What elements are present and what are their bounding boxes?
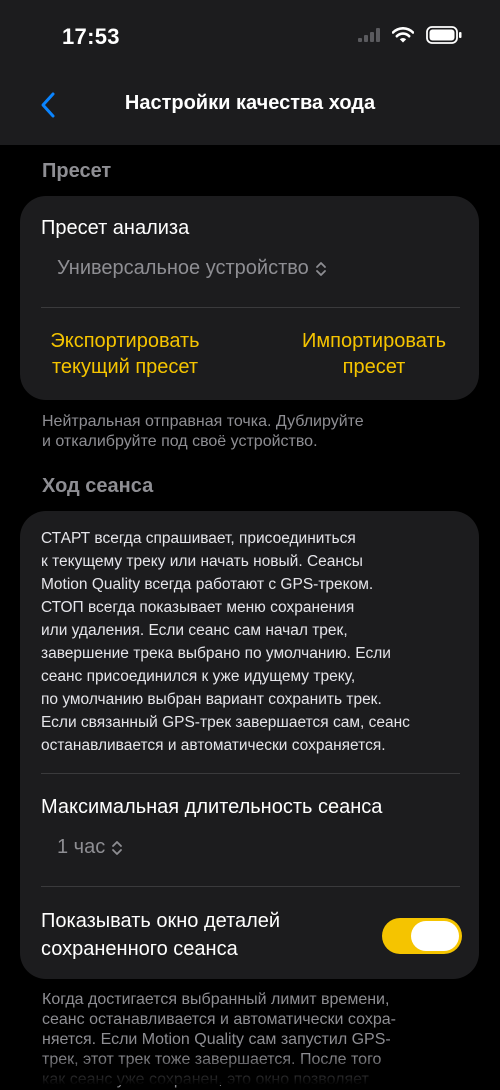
show-details-label: Показывать окно деталей сохраненного сеа…	[41, 907, 280, 963]
description-line: или удаления. Если сеанс сам начал трек,	[41, 622, 348, 639]
analysis-preset-label: Пресет анализа	[41, 217, 190, 239]
preset-card: Пресет анализа Универсальное устройство …	[20, 196, 479, 400]
description-line: СТАРТ всегда спрашивает, присоединиться	[41, 530, 356, 547]
session-footer-line: няется. Если Motion Quality сам запустил…	[42, 1031, 391, 1048]
up-down-chevron-icon	[315, 261, 326, 276]
import-preset-line2: пресет	[342, 356, 406, 378]
analysis-preset-value: Универсальное устройство	[57, 257, 309, 279]
analysis-preset-picker[interactable]: Универсальное устройство	[57, 257, 327, 280]
wifi-icon	[392, 27, 414, 43]
description-line: Motion Quality всегда работают с GPS-тре…	[41, 576, 374, 593]
preset-footer: Нейтральная отправная точка. Дублируйте …	[42, 412, 462, 452]
export-preset-line2: текущий пресет	[51, 356, 199, 378]
description-line: завершение трека выбрано по умолчанию. Е…	[41, 645, 391, 662]
scroll-fade	[0, 1055, 500, 1085]
status-bar: 17:53	[0, 0, 500, 80]
preset-divider	[41, 307, 460, 308]
show-details-line: Показывать окно деталей	[41, 910, 281, 932]
navigation-bar: Настройки качества хода	[0, 80, 500, 145]
description-line: к текущему треку или начать новый. Сеанс…	[41, 553, 363, 570]
status-time: 17:53	[62, 24, 120, 49]
toggle-knob	[411, 921, 459, 951]
battery-icon	[426, 26, 462, 44]
description-line: останавливается и автоматически сохраняе…	[41, 737, 386, 754]
description-line: по умолчанию выбран вариант сохранить тр…	[41, 691, 382, 708]
description-line: сеанс присоединился к уже идущему треку,	[41, 668, 356, 685]
session-divider-1	[41, 773, 460, 774]
session-section-header: Ход сеанса	[42, 475, 154, 497]
max-duration-value: 1 час	[57, 836, 106, 858]
session-divider-2	[41, 886, 460, 887]
show-details-toggle[interactable]	[382, 918, 462, 954]
show-details-line: сохраненного сеанса	[41, 938, 238, 960]
preset-footer-line: Нейтральная отправная точка. Дублируйте	[42, 413, 364, 430]
description-line: СТОП всегда показывает меню сохранения	[41, 599, 355, 616]
session-card: СТАРТ всегда спрашивает, присоединиться …	[20, 511, 479, 979]
preset-section-header: Пресет	[42, 160, 112, 182]
up-down-chevron-icon	[112, 840, 123, 855]
session-footer-line: сеанс останавливается и автоматически со…	[42, 1011, 396, 1028]
session-description: СТАРТ всегда спрашивает, присоединиться …	[41, 527, 466, 757]
export-preset-button[interactable]: Экспортировать текущий пресет	[35, 328, 215, 380]
import-preset-button[interactable]: Импортировать пресет	[288, 328, 460, 380]
import-preset-line1: Импортировать	[301, 330, 446, 352]
preset-footer-line: и откалибруйте под своё устройство.	[42, 433, 318, 450]
description-line: Если связанный GPS-трек завершается сам,…	[41, 714, 410, 731]
export-preset-line1: Экспортировать	[50, 330, 200, 352]
page-title: Настройки качества хода	[124, 92, 376, 114]
max-duration-picker[interactable]: 1 час	[57, 836, 123, 859]
signal-icon	[358, 28, 380, 42]
max-duration-label: Максимальная длительность сеанса	[41, 796, 383, 818]
status-icons	[358, 26, 462, 44]
session-footer-line: Когда достигается выбранный лимит времен…	[42, 991, 390, 1008]
